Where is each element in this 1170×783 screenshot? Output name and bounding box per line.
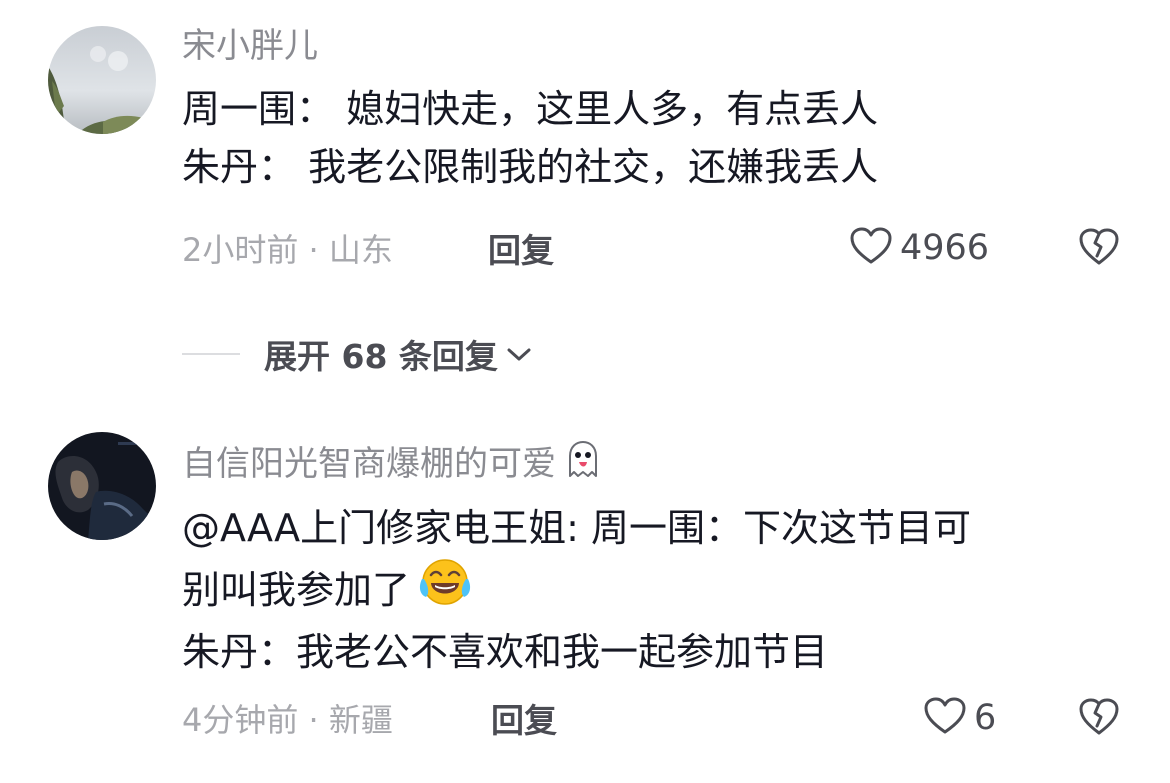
like-count: 6 — [974, 698, 997, 738]
username-row: 自信阳光智商爆棚的可爱 — [182, 438, 1170, 489]
expand-replies-label: 展开 68 条回复 — [264, 337, 498, 376]
comment-text-line: 朱丹： 我老公限制我的社交，还嫌我丢人 — [182, 145, 879, 189]
ghost-emoji — [562, 438, 604, 489]
like-count: 4966 — [900, 228, 990, 268]
reply-button[interactable]: 回复 — [488, 224, 554, 272]
broken-heart-icon[interactable] — [1079, 698, 1119, 740]
comment-text-line: 朱丹：我老公不喜欢和我一起参加节目 — [182, 630, 829, 674]
username[interactable]: 自信阳光智商爆棚的可爱 — [182, 444, 556, 484]
broken-heart-icon[interactable] — [1079, 228, 1119, 270]
time-location: 2小时前 · 山东 — [182, 231, 393, 269]
comment-text-line-row: 别叫我参加了 — [182, 557, 1170, 623]
chevron-down-icon — [504, 344, 534, 364]
reply-button[interactable]: 回复 — [491, 694, 557, 742]
avatar[interactable] — [48, 26, 156, 134]
comment-text-line: @AAA上门修家电王姐: 周一围：下次这节目可 — [182, 506, 971, 550]
username[interactable]: 宋小胖儿 — [182, 26, 1170, 66]
comment-text-line: 别叫我参加了 — [182, 568, 411, 612]
like-button[interactable]: 6 — [924, 697, 996, 739]
comment-meta: 2小时前 · 山东 回复 4966 — [0, 224, 1170, 272]
dark-photo-avatar-image — [48, 432, 156, 540]
sky-tree-avatar-image — [48, 26, 156, 134]
divider — [182, 353, 240, 355]
comment-text-line: 周一围： 媳妇快走，这里人多，有点丢人 — [182, 87, 879, 131]
heart-outline-icon — [850, 227, 892, 269]
heart-outline-icon — [924, 697, 966, 739]
laughing-tears-emoji — [418, 557, 472, 623]
comment-body: 自信阳光智商爆棚的可爱 @AAA上门修家电王姐: 周一围：下次这节目可 别叫我参… — [182, 438, 1170, 681]
comment-body: 宋小胖儿 周一围： 媳妇快走，这里人多，有点丢人 朱丹： 我老公限制我的社交，还… — [182, 26, 1170, 196]
expand-replies-button[interactable]: 展开 68 条回复 — [182, 330, 534, 378]
comment-meta: 4分钟前 · 新疆 回复 6 — [0, 694, 1170, 742]
avatar[interactable] — [48, 432, 156, 540]
comment-item: 自信阳光智商爆棚的可爱 @AAA上门修家电王姐: 周一围：下次这节目可 别叫我参… — [0, 420, 1170, 783]
time-location: 4分钟前 · 新疆 — [182, 701, 393, 739]
comment-item: 宋小胖儿 周一围： 媳妇快走，这里人多，有点丢人 朱丹： 我老公限制我的社交，还… — [0, 0, 1170, 300]
like-button[interactable]: 4966 — [850, 227, 989, 269]
